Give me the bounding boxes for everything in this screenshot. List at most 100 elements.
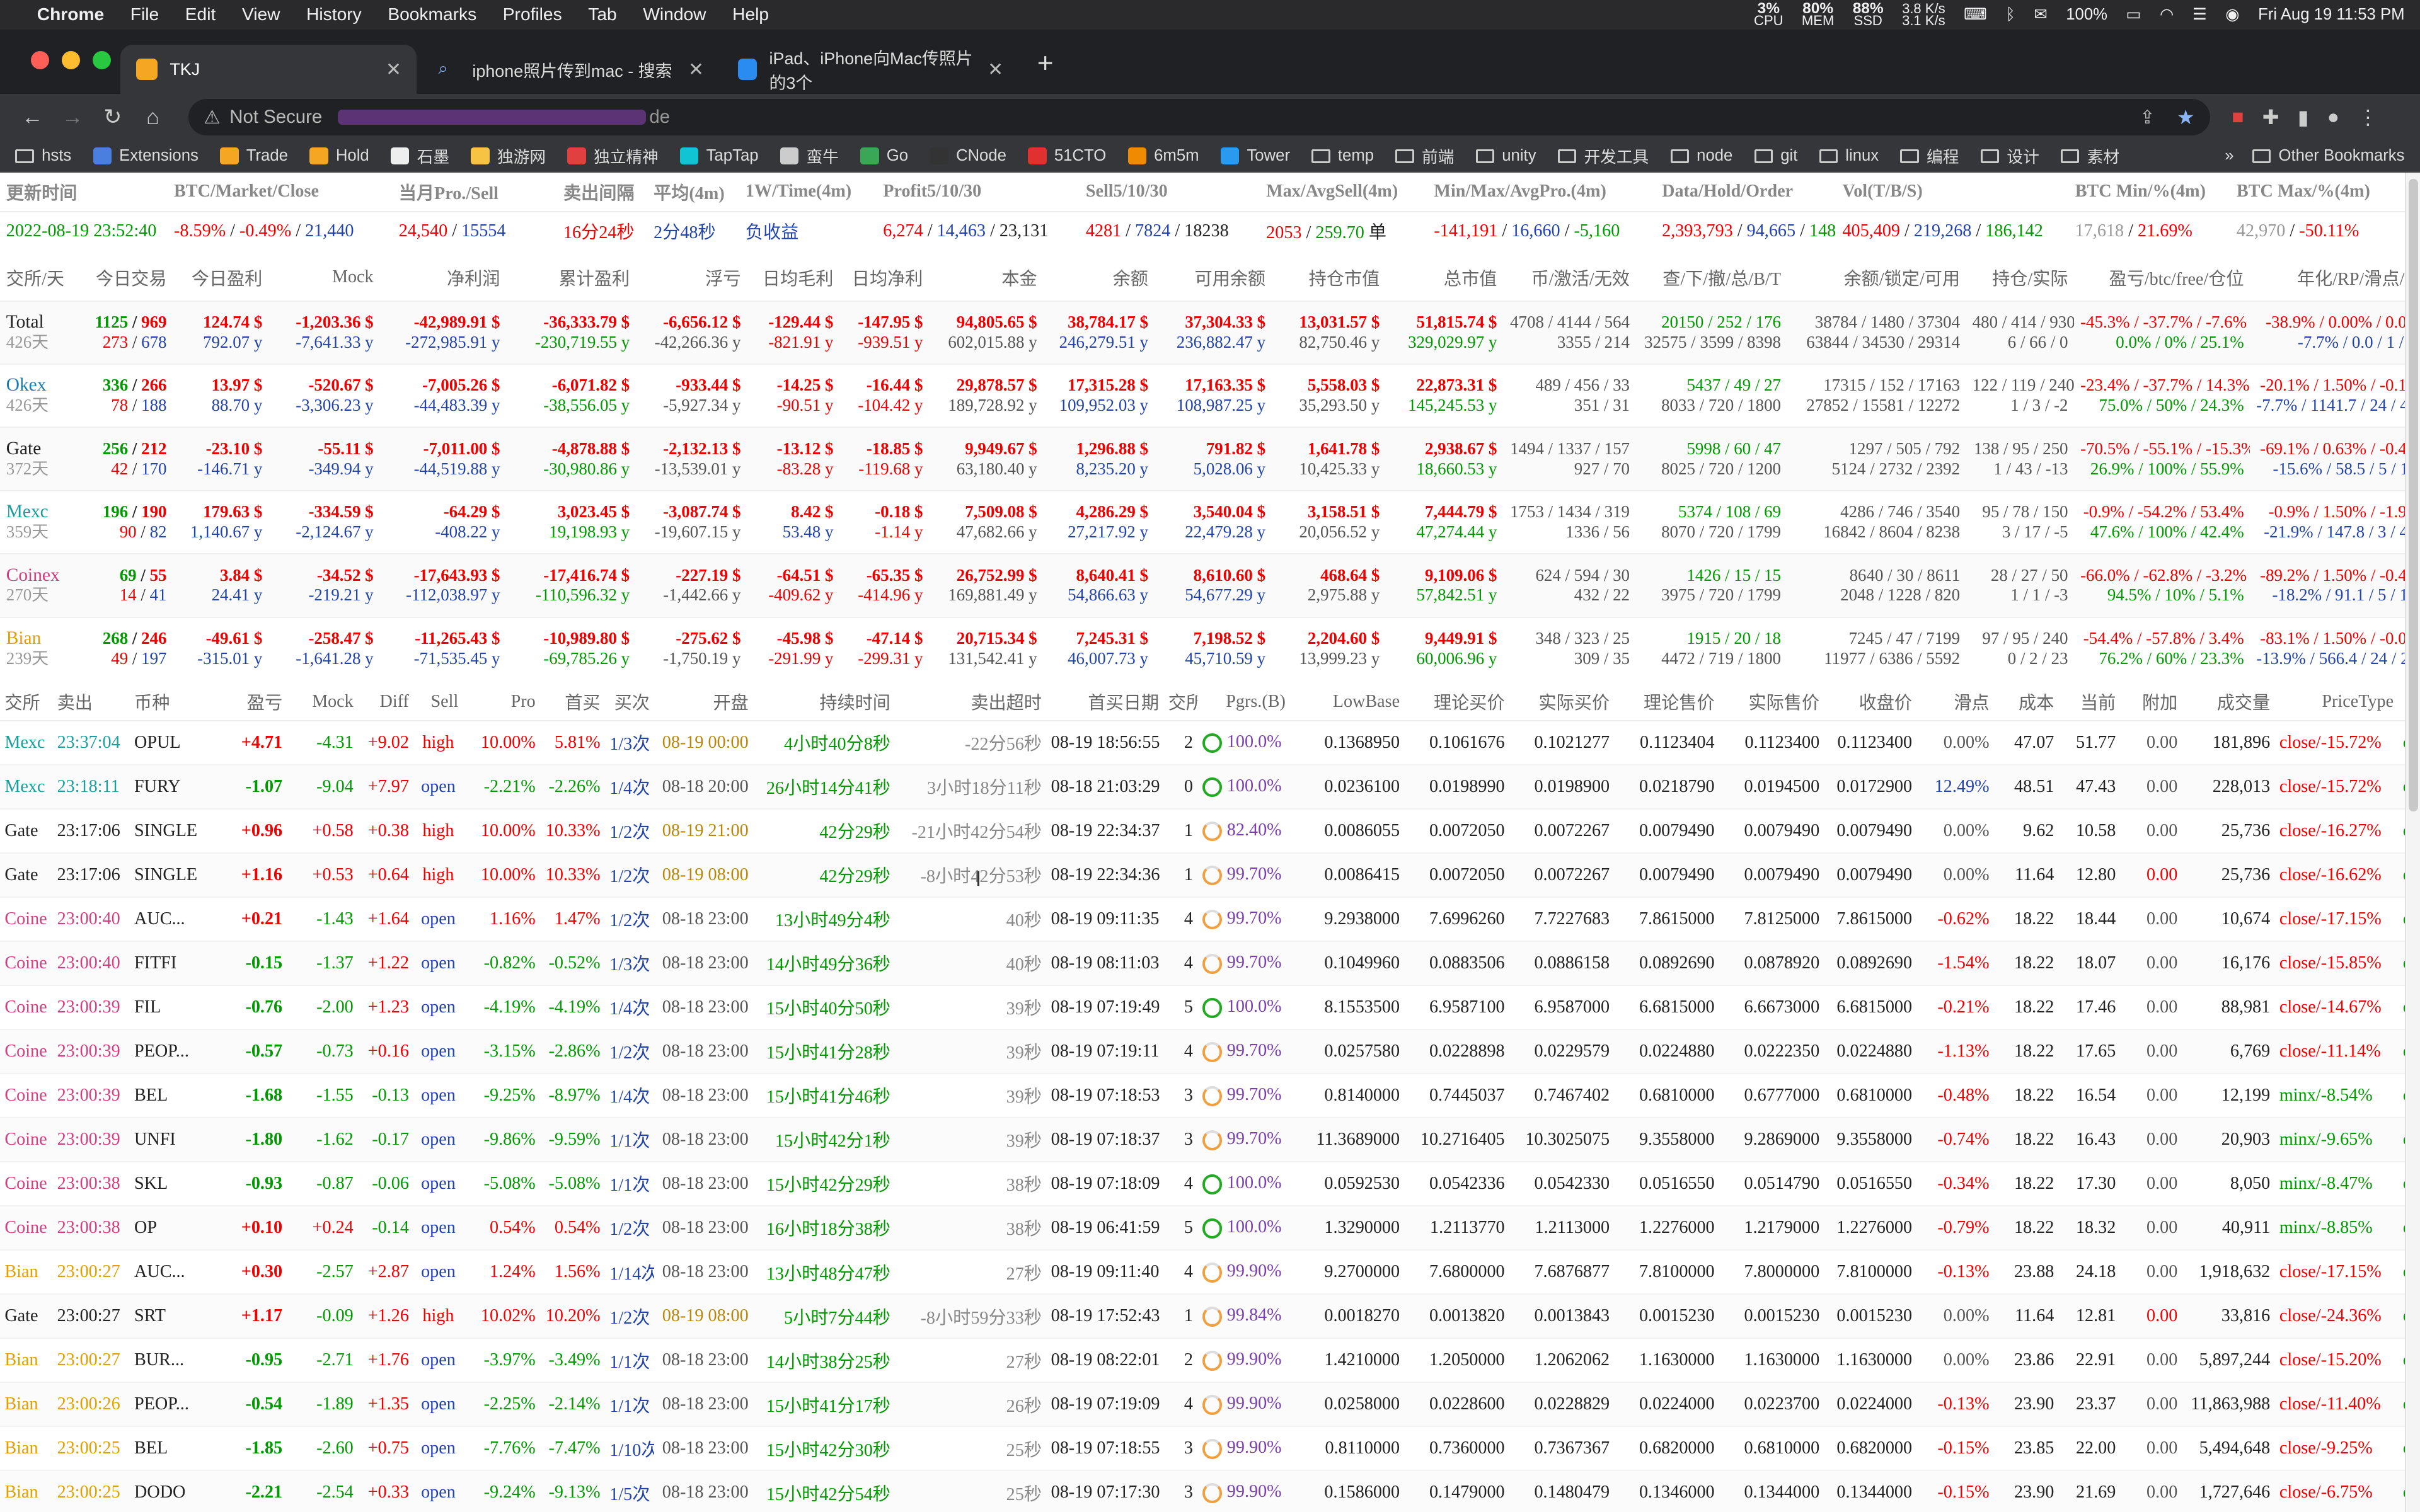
accounts-header[interactable]: 总市值 — [1386, 255, 1503, 301]
bookmark-16[interactable]: unity — [1475, 147, 1536, 165]
warning-icon[interactable]: ⚠ — [204, 106, 220, 129]
trades-header[interactable]: 开盘 — [654, 683, 753, 721]
cpu-stat[interactable]: 3% CPU — [1754, 1, 1783, 28]
summary-header[interactable]: 1W/Time(4m) — [739, 173, 877, 211]
puzzle-icon[interactable]: ✚ — [2262, 105, 2279, 129]
summary-header[interactable]: Max/AvgSell(4m) — [1260, 173, 1427, 211]
trade-row[interactable]: Coine 23:00:39 BEL -1.68 -1.55 -0.13 open -9.25… — [0, 1073, 2405, 1118]
close-tab-icon[interactable]: ✕ — [688, 59, 704, 81]
summary-header[interactable]: Data/Hold/Order — [1656, 173, 1836, 211]
close-tab-icon[interactable]: ✕ — [386, 59, 401, 81]
trades-header[interactable]: 盈亏 — [219, 683, 287, 721]
forward-icon[interactable]: → — [52, 105, 93, 130]
trades-header[interactable]: 卖出超时 — [895, 683, 1047, 721]
extension-icon[interactable]: ■ — [2232, 105, 2244, 129]
bookmark-20[interactable]: linux — [1819, 147, 1879, 165]
trades-header[interactable]: 当前 — [2058, 683, 2121, 721]
menu-file[interactable]: File — [130, 4, 159, 25]
battery-icon[interactable]: ▭ — [2126, 5, 2141, 24]
bookmark-8[interactable]: 蛮牛 — [780, 144, 839, 168]
trades-header[interactable]: 理论售价 — [1614, 683, 1719, 721]
trade-row[interactable]: Gate 23:17:06 SINGLE +1.16 +0.53 +0.64 high 10.… — [0, 852, 2405, 898]
accounts-header[interactable]: 日均毛利 — [747, 255, 839, 301]
summary-header[interactable]: 卖出间隔 — [557, 173, 647, 211]
new-tab-button[interactable]: + — [1037, 48, 1054, 79]
trades-header[interactable]: Pgrs.(B) — [1197, 683, 1291, 721]
trade-row[interactable]: Bian 23:00:26 PEOP... -0.54 -1.89 +1.35 open -2… — [0, 1382, 2405, 1428]
summary-header[interactable]: 更新时间 — [0, 173, 168, 211]
bookmark-0[interactable]: hsts — [15, 147, 71, 165]
trades-header[interactable]: Pro — [463, 683, 541, 721]
trade-row[interactable]: Bian 23:00:27 AUC... +0.30 -2.57 +2.87 open 1.2… — [0, 1250, 2405, 1295]
bookmark-10[interactable]: CNode — [930, 147, 1006, 165]
bookmark-18[interactable]: node — [1670, 147, 1732, 165]
trades-header[interactable]: 收盘价 — [1824, 683, 1917, 721]
accounts-header[interactable]: 净利润 — [379, 255, 506, 301]
summary-header[interactable]: 当月Pro./Sell — [393, 173, 557, 211]
more-menu-icon[interactable]: ⋮ — [2358, 105, 2378, 129]
page-scrollbar[interactable] — [2404, 173, 2420, 1512]
bookmark-14[interactable]: temp — [1311, 147, 1374, 165]
accounts-header[interactable]: 查/下/撤/总/B/T — [1636, 255, 1787, 301]
trade-row[interactable]: Bian 23:00:27 BUR... -0.95 -2.71 +1.76 open -3.… — [0, 1338, 2405, 1383]
side-panel-icon[interactable]: ▮ — [2298, 105, 2309, 129]
exchange-name-cell[interactable]: Mexc 359天 — [0, 491, 80, 554]
trades-header[interactable]: 成本 — [1993, 683, 2059, 721]
accounts-header[interactable]: 今日盈利 — [173, 255, 268, 301]
account-row[interactable]: Mexc 359天 196 / 190 90 / 82 179.63 $1,140.67… — [0, 490, 2405, 554]
trade-row[interactable]: Coine 23:00:39 UNFI -1.80 -1.62 -0.17 open -9.8… — [0, 1117, 2405, 1162]
summary-header[interactable]: BTC/Market/Close — [168, 173, 393, 211]
bookmark-13[interactable]: Tower — [1220, 147, 1290, 165]
summary-header[interactable]: Profit5/10/30 — [877, 173, 1080, 211]
mem-stat[interactable]: 80% MEM — [1802, 1, 1834, 28]
back-icon[interactable]: ← — [13, 105, 53, 130]
trades-header[interactable]: 实际买价 — [1509, 683, 1615, 721]
menu-bookmarks[interactable]: Bookmarks — [388, 4, 476, 25]
exchange-name-cell[interactable]: Gate 372天 — [0, 427, 80, 490]
reload-icon[interactable]: ↻ — [93, 105, 133, 130]
bluetooth-icon[interactable]: ᛒ — [2006, 6, 2015, 24]
menu-app-name[interactable]: Chrome — [37, 4, 104, 25]
bookmark-star-icon[interactable]: ★ — [2177, 105, 2195, 129]
tab-search[interactable]: ⌕ iphone照片传到mac - 搜索 ✕ — [423, 45, 719, 94]
accounts-header[interactable]: 可用余额 — [1155, 255, 1272, 301]
bookmark-21[interactable]: 编程 — [1900, 144, 1959, 168]
trade-row[interactable]: Mexc 23:18:11 FURY -1.07 -9.04 +7.97 open -2.21… — [0, 764, 2405, 810]
accounts-header[interactable]: 本金 — [929, 255, 1043, 301]
summary-header[interactable]: Min/Max/AvgPro.(4m) — [1428, 173, 1656, 211]
exchange-name-cell[interactable]: Okex 426天 — [0, 364, 80, 427]
scrollbar-thumb[interactable] — [2409, 179, 2419, 812]
bookmark-12[interactable]: 6m5m — [1127, 147, 1199, 165]
bookmark-1[interactable]: Extensions — [93, 147, 199, 165]
ssd-stat[interactable]: 88% SSD — [1853, 1, 1884, 28]
bookmark-11[interactable]: 51CTO — [1028, 147, 1106, 165]
menu-profiles[interactable]: Profiles — [503, 4, 562, 25]
profile-avatar-icon[interactable]: ● — [2327, 105, 2339, 129]
trade-row[interactable]: Bian 23:00:25 BEL -1.85 -2.60 +0.75 open -7.76%… — [0, 1426, 2405, 1472]
exchange-name-cell[interactable]: Coinex 270天 — [0, 554, 80, 617]
trades-header[interactable]: 卖出 — [52, 683, 130, 721]
trade-row[interactable]: Coine 23:00:39 PEOP... -0.57 -0.73 +0.16 open -… — [0, 1029, 2405, 1074]
summary-header[interactable]: BTC Min/%(4m) — [2069, 173, 2230, 211]
trade-row[interactable]: Gate 23:00:27 SRT +1.17 -0.09 +1.26 high 10.02%… — [0, 1294, 2405, 1339]
zoom-window-button[interactable] — [92, 50, 112, 70]
account-row[interactable]: Gate 372天 256 / 212 42 / 170 -23.10 $ -146.71… — [0, 427, 2405, 491]
accounts-header[interactable]: 余额 — [1043, 255, 1154, 301]
menu-history[interactable]: History — [306, 4, 362, 25]
close-tab-icon[interactable]: ✕ — [988, 59, 1003, 81]
menu-tab[interactable]: Tab — [588, 4, 616, 25]
trade-row[interactable]: Mexc 23:37:04 OPUL +4.71 -4.31 +9.02 high 10.00… — [0, 720, 2405, 765]
wifi-icon[interactable]: ◠ — [2160, 5, 2174, 24]
accounts-header[interactable]: Mock — [268, 255, 379, 301]
trade-row[interactable]: Gate 23:17:06 SINGLE +0.96 +0.58 +0.38 high 10.… — [0, 808, 2405, 854]
trade-row[interactable]: Coine 23:00:40 AUC... +0.21 -1.43 +1.64 open 1.… — [0, 896, 2405, 942]
menu-view[interactable]: View — [242, 4, 280, 25]
accounts-header[interactable]: 今日交易 — [80, 255, 173, 301]
wechat-icon[interactable]: ✉ — [2034, 5, 2048, 24]
account-row[interactable]: Bian 239天 268 / 246 49 / 197 -49.61 $ -315.01… — [0, 617, 2405, 680]
accounts-header[interactable]: 余额/锁定/可用 — [1787, 255, 1966, 301]
trade-row[interactable]: Coine 23:00:39 FIL -0.76 -2.00 +1.23 open -4.19… — [0, 985, 2405, 1030]
summary-header[interactable]: Vol(T/B/S) — [1836, 173, 2069, 211]
account-row[interactable]: Coinex 270天 69 / 55 14 / 41 3.84 $24.41 y -34… — [0, 554, 2405, 617]
battery-percent[interactable]: 100% — [2066, 6, 2107, 24]
